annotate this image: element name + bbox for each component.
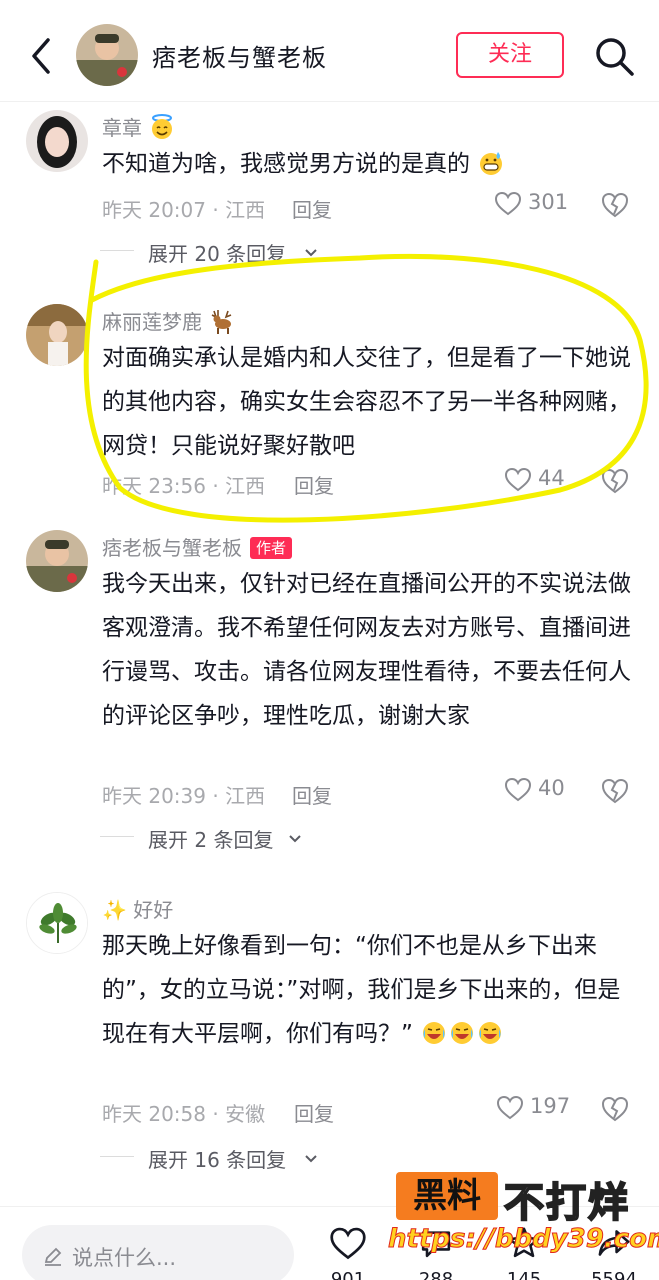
comment-input[interactable]: 说点什么...	[22, 1225, 294, 1280]
broken-heart-icon	[601, 192, 629, 218]
like-video-button[interactable]: 901	[318, 1225, 378, 1280]
like-button[interactable]: 197	[496, 1092, 586, 1126]
comment-item: 章章 不知道为啥，我感觉男方说的是真的 昨天 20:07 · 江西 回复 301…	[0, 102, 659, 282]
reply-button[interactable]: 回复	[294, 1098, 334, 1127]
laugh-cry-emoji-icon	[479, 1022, 502, 1044]
chevron-down-icon	[289, 835, 301, 843]
broken-heart-icon	[601, 468, 629, 494]
comment-item: 麻丽莲梦鹿 对面确实承认是婚内和人交往了，但是看了一下她说的其他内容，确实女生会…	[0, 282, 659, 522]
heart-icon	[330, 1227, 366, 1260]
search-icon	[596, 38, 634, 76]
share-count: 5594	[591, 1269, 637, 1280]
reply-button[interactable]: 回复	[292, 780, 332, 809]
watermark-box: 黑料	[396, 1172, 498, 1220]
comment-time: 昨天 20:58 · 安徽	[102, 1102, 266, 1126]
like-count: 40	[538, 776, 565, 800]
username-text: 痞老板与蟹老板	[102, 536, 242, 560]
comment-text-content: 不知道为啥，我感觉男方说的是真的	[102, 151, 470, 177]
dislike-button[interactable]	[600, 776, 632, 808]
favorite-count: 145	[506, 1269, 542, 1280]
chevron-down-icon	[305, 249, 317, 257]
heart-icon	[504, 777, 532, 802]
comment-time: 昨天 20:07 · 江西	[102, 198, 266, 222]
expand-label: 展开 16 条回复	[148, 1148, 287, 1172]
avatar[interactable]	[26, 892, 88, 954]
deer-emoji-icon	[212, 310, 232, 334]
like-button[interactable]: 40	[504, 774, 594, 808]
heart-icon	[496, 1095, 524, 1120]
author-name[interactable]: 痞老板与蟹老板	[152, 38, 327, 73]
watermark-url: https://bbdy39.com	[387, 1224, 659, 1255]
expand-replies[interactable]: 展开 20 条回复	[100, 238, 362, 266]
username-text: 麻丽莲梦鹿	[102, 310, 202, 334]
comment-username[interactable]: 麻丽莲梦鹿	[102, 306, 236, 335]
comment-text: 那天晚上好像看到一句：“你们不也是从乡下出来的”，女的立马说：”对啊，我们是乡下…	[102, 924, 632, 1056]
expand-replies[interactable]: 展开 2 条回复	[100, 824, 362, 852]
comment-text-content: 那天晚上好像看到一句：“你们不也是从乡下出来的”，女的立马说：”对啊，我们是乡下…	[102, 933, 621, 1047]
comment-item: 痞老板与蟹老板 作者 我今天出来，仅针对已经在直播间公开的不实说法做客观澄清。我不…	[0, 522, 659, 872]
comment-text: 对面确实承认是婚内和人交往了，但是看了一下她说的其他内容，确实女生会容忍不了另一…	[102, 345, 631, 459]
halo-smile-emoji-icon	[152, 114, 173, 139]
like-button[interactable]: 44	[504, 464, 594, 498]
pencil-icon	[44, 1247, 62, 1266]
comment-time: 昨天 20:39 · 江西	[102, 784, 266, 808]
video-like-count: 901	[330, 1269, 366, 1280]
expand-label: 展开 2 条回复	[148, 828, 274, 852]
comment-text: 不知道为啥，我感觉男方说的是真的	[102, 142, 632, 186]
comment-input-placeholder: 说点什么...	[72, 1246, 177, 1270]
comment-username[interactable]: 痞老板与蟹老板 作者	[102, 532, 293, 561]
chevron-down-icon	[305, 1155, 317, 1163]
like-button[interactable]: 301	[494, 188, 584, 222]
sweat-grin-emoji-icon	[480, 152, 503, 175]
comment-count: 288	[418, 1269, 454, 1280]
avatar[interactable]	[26, 304, 88, 366]
reply-button[interactable]: 回复	[294, 470, 334, 499]
watermark: 黑料 不打烊 https://bbdy39.com	[387, 1168, 659, 1268]
username-text: 章章	[102, 116, 142, 140]
like-count: 44	[538, 466, 565, 490]
broken-heart-icon	[601, 778, 629, 804]
chevron-left-icon	[32, 38, 50, 74]
expand-replies[interactable]: 展开 16 条回复	[100, 1144, 362, 1172]
like-count: 197	[530, 1094, 571, 1118]
expand-label: 展开 20 条回复	[148, 242, 287, 266]
comment-time: 昨天 23:56 · 江西	[102, 474, 266, 498]
reply-button[interactable]: 回复	[292, 194, 332, 223]
comment-username[interactable]: 章章	[102, 112, 176, 141]
watermark-slogan: 不打烊	[503, 1179, 630, 1227]
heart-icon	[494, 191, 522, 216]
comment-text: 我今天出来，仅针对已经在直播间公开的不实说法做客观澄清。我不希望任何网友去对方账…	[102, 571, 631, 729]
like-count: 301	[528, 190, 569, 214]
comment-item: ✨ 好好 那天晚上好像看到一句：“你们不也是从乡下出来的”，女的立马说：”对啊，…	[0, 872, 659, 1192]
dislike-button[interactable]	[600, 466, 632, 498]
broken-heart-icon	[601, 1096, 629, 1122]
laugh-cry-emoji-icon	[451, 1022, 474, 1044]
search-button[interactable]	[592, 34, 636, 78]
avatar[interactable]	[26, 110, 88, 172]
comment-username[interactable]: ✨ 好好	[102, 894, 173, 923]
dislike-button[interactable]	[600, 190, 632, 222]
avatar[interactable]	[26, 530, 88, 592]
laugh-cry-emoji-icon	[423, 1022, 446, 1044]
back-button[interactable]	[22, 34, 62, 78]
follow-button[interactable]: 关注	[456, 32, 564, 78]
author-avatar[interactable]	[76, 24, 138, 86]
dislike-button[interactable]	[600, 1094, 632, 1126]
top-bar: 痞老板与蟹老板 关注	[0, 0, 659, 102]
author-badge: 作者	[250, 537, 293, 559]
heart-icon	[504, 467, 532, 492]
